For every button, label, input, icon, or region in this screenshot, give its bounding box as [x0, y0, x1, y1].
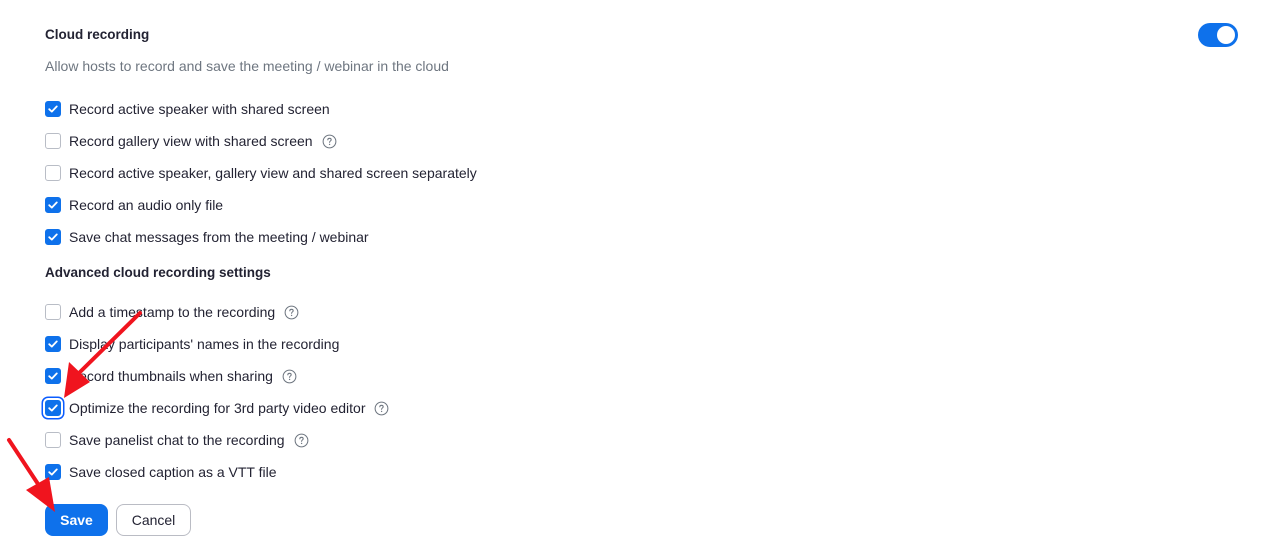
option-label: Record active speaker, gallery view and … — [69, 165, 477, 181]
check-icon — [48, 468, 58, 476]
checkbox-save-panelist-chat[interactable] — [45, 432, 61, 448]
option-label: Optimize the recording for 3rd party vid… — [69, 400, 366, 416]
help-circle-icon[interactable] — [322, 134, 337, 149]
cloud-recording-description: Allow hosts to record and save the meeti… — [45, 58, 449, 74]
checkbox-add-timestamp[interactable] — [45, 304, 61, 320]
check-icon — [48, 233, 58, 241]
checkbox-record-thumbnails[interactable] — [45, 368, 61, 384]
help-circle-icon[interactable] — [374, 401, 389, 416]
checkbox-save-chat-messages[interactable] — [45, 229, 61, 245]
help-circle-icon[interactable] — [284, 305, 299, 320]
option-label: Add a timestamp to the recording — [69, 304, 276, 320]
option-label: Save chat messages from the meeting / we… — [69, 229, 369, 245]
option-record-separately: Record active speaker, gallery view and … — [45, 164, 477, 182]
save-button[interactable]: Save — [45, 504, 108, 536]
option-record-active-speaker: Record active speaker with shared screen — [45, 100, 330, 118]
checkbox-record-separately[interactable] — [45, 165, 61, 181]
option-label: Save panelist chat to the recording — [69, 432, 285, 448]
option-save-chat-messages: Save chat messages from the meeting / we… — [45, 228, 369, 246]
check-icon — [48, 105, 58, 113]
checkbox-display-participant-names[interactable] — [45, 336, 61, 352]
option-display-participant-names: Display participants' names in the recor… — [45, 335, 339, 353]
check-icon — [48, 340, 58, 348]
check-icon — [48, 201, 58, 209]
cancel-button[interactable]: Cancel — [116, 504, 191, 536]
checkbox-optimize-3rd-party-editor[interactable] — [45, 400, 61, 416]
option-record-thumbnails: Record thumbnails when sharing — [45, 367, 297, 385]
option-save-closed-caption-vtt: Save closed caption as a VTT file — [45, 463, 277, 481]
toggle-knob — [1217, 26, 1235, 44]
option-label: Record active speaker with shared screen — [69, 101, 330, 117]
cloud-recording-toggle[interactable] — [1198, 23, 1238, 47]
option-label: Record thumbnails when sharing — [69, 368, 273, 384]
option-record-gallery-view: Record gallery view with shared screen — [45, 132, 337, 150]
option-label: Record an audio only file — [69, 197, 224, 213]
checkbox-save-closed-caption-vtt[interactable] — [45, 464, 61, 480]
cloud-recording-settings-panel: Cloud recording Allow hosts to record an… — [0, 0, 1274, 557]
option-record-audio-only: Record an audio only file — [45, 196, 223, 214]
check-icon — [48, 404, 58, 412]
check-icon — [48, 372, 58, 380]
option-save-panelist-chat: Save panelist chat to the recording — [45, 431, 309, 449]
advanced-settings-title: Advanced cloud recording settings — [45, 265, 271, 280]
red-arrow-icon — [64, 311, 142, 398]
help-circle-icon[interactable] — [282, 369, 297, 384]
option-add-timestamp: Add a timestamp to the recording — [45, 303, 299, 321]
checkbox-record-gallery-view[interactable] — [45, 133, 61, 149]
checkbox-record-active-speaker[interactable] — [45, 101, 61, 117]
option-label: Save closed caption as a VTT file — [69, 464, 277, 480]
option-label: Record gallery view with shared screen — [69, 133, 313, 149]
checkbox-record-audio-only[interactable] — [45, 197, 61, 213]
option-label: Display participants' names in the recor… — [69, 336, 340, 352]
cloud-recording-title: Cloud recording — [45, 27, 150, 42]
help-circle-icon[interactable] — [294, 433, 309, 448]
option-optimize-3rd-party-editor: Optimize the recording for 3rd party vid… — [45, 399, 389, 417]
